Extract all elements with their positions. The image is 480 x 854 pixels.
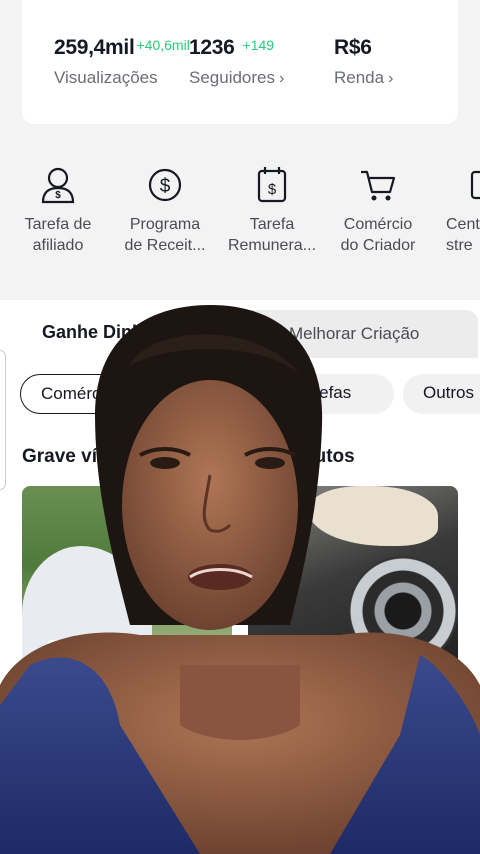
tool-label-line1: Programa <box>129 216 201 233</box>
stat-views[interactable]: 259,4mil +40,6mil Visualizações <box>54 36 190 88</box>
thumbnail-image <box>308 486 438 546</box>
tool-creator-commerce[interactable]: Comércio do Criador <box>324 164 432 256</box>
tool-label-line1: Tarefa <box>249 216 295 233</box>
followers-label: Seguidores › <box>189 68 284 88</box>
stat-income[interactable]: R$6 Renda › <box>334 36 393 88</box>
tab-earn-money[interactable]: Ganhe Dinhe <box>0 300 240 360</box>
income-value: R$6 <box>334 36 372 59</box>
live-center-icon <box>470 170 480 200</box>
affiliate-task-icon: $ <box>41 167 75 204</box>
paid-task-icon: $ <box>257 167 287 203</box>
tool-live-center[interactable]: Cent stre <box>440 164 480 256</box>
svg-text:$: $ <box>160 176 171 197</box>
tool-revenue-program[interactable]: $ Programa de Receit... <box>111 164 219 256</box>
tool-label-line2: de Receit... <box>124 237 206 254</box>
side-drawer-handle[interactable] <box>0 350 6 490</box>
svg-text:$: $ <box>55 190 61 201</box>
thumbnail-image <box>22 546 152 686</box>
tool-label-line2: afiliado <box>32 237 84 254</box>
thumbnail-image <box>348 556 458 666</box>
followers-label-text: Seguidores <box>189 68 276 87</box>
income-label-text: Renda <box>334 68 385 87</box>
chip-tasks-label: arefas <box>304 383 352 402</box>
tool-paid-task[interactable]: $ Tarefa Remunera... <box>218 164 326 256</box>
thumbnail-tag: Melho <box>48 640 95 660</box>
tool-label-line2: stre <box>446 237 473 254</box>
chip-commerce[interactable]: Comérc <box>20 374 144 414</box>
tool-label-line1: Tarefa de <box>24 216 92 233</box>
followers-delta: +149 <box>242 37 275 53</box>
income-label: Renda › <box>334 68 393 88</box>
tab-improve-label: Melhorar Criação <box>289 324 420 343</box>
tool-label-line2: do Criador <box>340 237 416 254</box>
views-value: 259,4mil <box>54 36 135 59</box>
svg-text:$: $ <box>268 181 277 198</box>
views-label: Visualizações <box>54 68 158 87</box>
chevron-right-icon: › <box>279 70 285 87</box>
chevron-right-icon: › <box>388 70 394 87</box>
video-thumbnail-right[interactable] <box>248 486 458 686</box>
tool-label-line1: Cent <box>446 216 480 233</box>
tab-improve-creation[interactable]: Melhorar Criação <box>240 310 478 358</box>
tab-earn-label: Ganhe Dinhe <box>42 322 154 342</box>
tool-label-line2: Remunera... <box>227 237 317 254</box>
followers-value: 1236 <box>189 36 235 59</box>
chip-others[interactable]: Outros <box>403 374 480 414</box>
section-title-right: dutos <box>303 446 355 467</box>
stat-followers[interactable]: 1236 +149 Seguidores › <box>189 36 284 88</box>
section-title-left: Grave ví <box>22 446 97 467</box>
chip-tasks[interactable]: arefas <box>284 374 394 414</box>
chip-others-label: Outros <box>423 383 475 402</box>
chip-commerce-label: Comérc <box>41 384 101 403</box>
creator-tools-row: $ Tarefa de afiliado $ Programa de Recei… <box>0 164 480 264</box>
tool-label-line1: Comércio <box>343 216 413 233</box>
views-delta: +40,6mil <box>136 37 190 53</box>
video-thumbnail-left[interactable]: Melho <box>22 486 232 686</box>
revenue-program-icon: $ <box>148 168 182 202</box>
stats-card: 259,4mil +40,6mil Visualizações 1236 +149 … <box>22 0 458 124</box>
tool-affiliate-task[interactable]: $ Tarefa de afiliado <box>4 164 112 256</box>
creator-commerce-icon <box>361 170 396 201</box>
